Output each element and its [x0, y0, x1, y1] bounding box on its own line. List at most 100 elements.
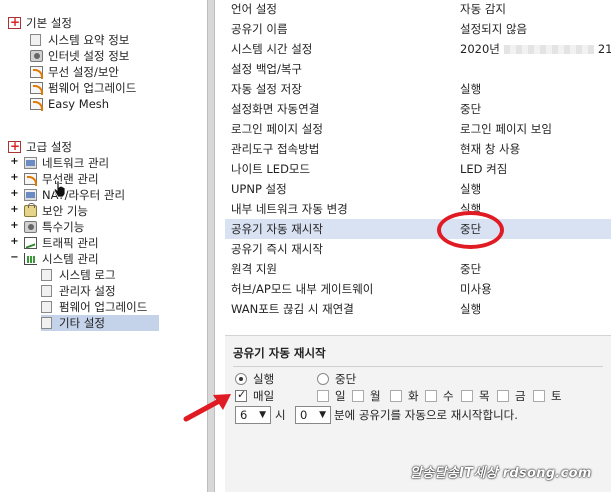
- setting-value: 실행: [460, 182, 482, 196]
- settings-row[interactable]: 설정화면 자동연결 중단: [225, 99, 611, 119]
- mesh-icon: [30, 98, 43, 111]
- daily-label: 매일: [253, 389, 275, 403]
- tree-item-admin-settings[interactable]: 관리자 설정: [41, 283, 159, 299]
- run-radio[interactable]: [235, 373, 247, 385]
- expand-toggle[interactable]: +: [10, 157, 19, 167]
- tree-item-label: 무선 설정/보안: [48, 65, 120, 79]
- annotation-red-circle: [437, 211, 504, 249]
- daily-checkbox[interactable]: [235, 388, 247, 402]
- setting-key: 내부 네트워크 자동 변경: [231, 202, 348, 216]
- setting-key: 시스템 시간 설정: [231, 42, 313, 56]
- expand-toggle[interactable]: +: [10, 205, 19, 215]
- settings-row[interactable]: 공유기 이름 설정되지 않음: [225, 19, 611, 39]
- traffic-icon: [24, 237, 37, 249]
- settings-row[interactable]: UPNP 설정 실행: [225, 179, 611, 199]
- settings-row-auto-restart[interactable]: 공유기 자동 재시작 중단: [225, 219, 611, 239]
- setting-value: 로그인 페이지 보임: [460, 122, 552, 136]
- wednesday-checkbox[interactable]: [425, 390, 437, 402]
- settings-row[interactable]: WAN포트 끊김 시 재연결 실행: [225, 299, 611, 319]
- setting-value: 설정되지 않음: [460, 22, 528, 36]
- sunday-checkbox[interactable]: [317, 390, 329, 402]
- wifi-icon: [24, 173, 37, 186]
- settings-row[interactable]: 시스템 시간 설정 2020년 21시: [225, 39, 611, 59]
- collapse-toggle[interactable]: −: [10, 253, 19, 263]
- tree-item-label: Easy Mesh: [48, 97, 110, 111]
- setting-value: 미사용: [460, 282, 492, 296]
- settings-row[interactable]: 자동 설정 저장 실행: [225, 79, 611, 99]
- saturday-checkbox[interactable]: [533, 390, 545, 402]
- expand-toggle[interactable]: +: [10, 189, 19, 199]
- settings-row[interactable]: 언어 설정 자동 감지: [225, 0, 611, 19]
- day-label: 일: [335, 389, 346, 403]
- setting-value: LED 켜짐: [460, 162, 508, 176]
- hand-cursor-icon: [53, 180, 66, 198]
- tree-item-label: 관리자 설정: [59, 284, 116, 298]
- tree-item-label: 네트워크 관리: [42, 156, 110, 170]
- day-label: 금: [515, 389, 526, 403]
- caret-down-icon: ▼: [319, 410, 326, 420]
- expand-toggle[interactable]: +: [10, 221, 19, 231]
- settings-row[interactable]: 허브/AP모드 내부 게이트웨이 미사용: [225, 279, 611, 299]
- day-label: 목: [479, 389, 490, 403]
- lock-icon: [24, 203, 37, 217]
- gear-icon: [30, 50, 43, 62]
- setting-key: 관리도구 접속방법: [231, 142, 320, 156]
- tree-item-label: 시스템 로그: [59, 268, 116, 282]
- divider: [233, 366, 603, 367]
- tree-group-label: 고급 설정: [26, 140, 72, 154]
- setting-key: 공유기 이름: [231, 22, 288, 36]
- tree-item-label: 시스템 요약 정보: [48, 33, 130, 47]
- annotation-red-arrow-icon: [183, 394, 231, 422]
- doc-icon: [30, 34, 41, 46]
- setting-key: WAN포트 끊김 시 재연결: [231, 302, 354, 316]
- setting-key: 나이트 LED모드: [231, 162, 311, 176]
- stop-label: 중단: [335, 372, 357, 386]
- tree-item-other-settings[interactable]: 기타 설정: [41, 315, 159, 331]
- tree-item-label: 보안 기능: [42, 204, 88, 218]
- tuesday-checkbox[interactable]: [390, 390, 402, 402]
- monday-checkbox[interactable]: [352, 390, 364, 402]
- doc-icon: [41, 269, 52, 281]
- panel-title: 공유기 자동 재시작: [233, 346, 326, 360]
- doc-icon: [41, 317, 52, 329]
- advanced-settings-icon: [8, 138, 21, 154]
- restart-description: 분에 공유기를 자동으로 재시작합니다.: [334, 408, 518, 422]
- minute-select[interactable]: 0 ▼: [295, 406, 331, 424]
- day-label: 토: [551, 389, 562, 403]
- hour-select[interactable]: 6 ▼: [235, 406, 271, 424]
- settings-row[interactable]: 내부 네트워크 자동 변경 실행: [225, 199, 611, 219]
- settings-row[interactable]: 로그인 페이지 설정 로그인 페이지 보임: [225, 119, 611, 139]
- tree-item-system-log[interactable]: 시스템 로그: [41, 267, 159, 283]
- setting-value: 중단: [460, 262, 482, 276]
- redacted-time: [503, 45, 594, 54]
- settings-row[interactable]: 공유기 즉시 재시작: [225, 239, 611, 259]
- setting-value: 자동 감지: [460, 2, 506, 16]
- router-icon: [24, 189, 37, 201]
- basic-settings-icon: [8, 14, 21, 30]
- setting-value: 중단: [460, 102, 482, 116]
- upgrade-icon: [30, 82, 43, 95]
- tree-item-firmware[interactable]: 펌웨어 업그레이드: [41, 299, 159, 315]
- settings-row[interactable]: 원격 지원 중단: [225, 259, 611, 279]
- tree-group-label: 기본 설정: [26, 16, 72, 30]
- friday-checkbox[interactable]: [497, 390, 509, 402]
- settings-row[interactable]: 나이트 LED모드 LED 켜짐: [225, 159, 611, 179]
- setting-key: 허브/AP모드 내부 게이트웨이: [231, 282, 374, 296]
- doc-icon: [41, 285, 52, 297]
- settings-row[interactable]: 설정 백업/복구: [225, 59, 611, 79]
- stop-radio[interactable]: [317, 373, 329, 385]
- expand-toggle[interactable]: +: [10, 237, 19, 247]
- tree-item-label: 특수기능: [42, 220, 85, 234]
- settings-row[interactable]: 관리도구 접속방법 현재 창 사용: [225, 139, 611, 159]
- setting-key: 공유기 즉시 재시작: [231, 242, 323, 256]
- expand-toggle[interactable]: +: [10, 173, 19, 183]
- menu-tree-panel: 기본 설정 시스템 요약 정보 인터넷 설정 정보 무선 설정/보안 펌웨어 업…: [0, 0, 207, 492]
- tree-item-label: 인터넷 설정 정보: [48, 49, 130, 63]
- setting-value: 실행: [460, 82, 482, 96]
- thursday-checkbox[interactable]: [461, 390, 473, 402]
- hour-value: 6: [240, 408, 248, 422]
- setting-value: 실행: [460, 302, 482, 316]
- setting-key: 원격 지원: [231, 262, 277, 276]
- day-label: 월: [370, 389, 381, 403]
- tree-item-label: 무선랜 관리: [42, 172, 99, 186]
